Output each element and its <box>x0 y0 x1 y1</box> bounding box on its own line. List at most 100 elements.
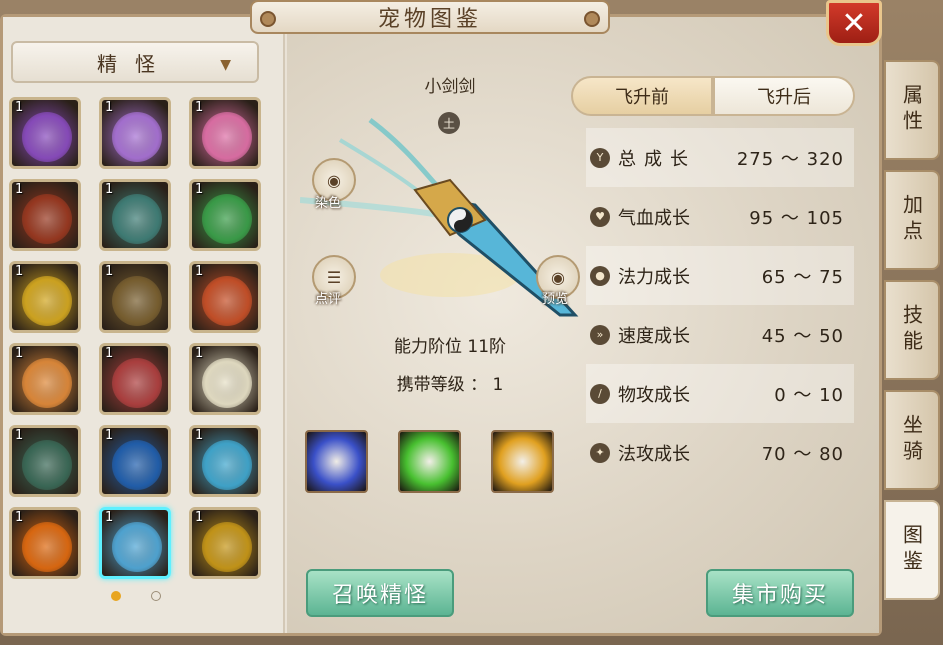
pet-level-badge: 1 <box>195 182 204 197</box>
summon-pet-button[interactable]: 召唤精怪 <box>306 569 454 617</box>
skill-golden-burst-icon[interactable] <box>491 430 554 493</box>
stat-row: Y 总成长 275 ～ 320 <box>586 128 854 187</box>
page-dot-2[interactable] <box>151 591 161 601</box>
pet-portrait <box>112 194 162 244</box>
pet-name: 小剑剑 <box>424 77 476 97</box>
side-tab-4[interactable]: 图鉴 <box>884 500 940 600</box>
stat-label: 法力成长 <box>618 266 690 288</box>
pet-slot-fire-phoenix[interactable]: 1 <box>9 507 81 579</box>
pet-level-badge: 1 <box>105 264 114 279</box>
tab-after-ascension[interactable]: 飞升后 <box>713 76 855 116</box>
side-tab-2[interactable]: 技能 <box>884 280 940 380</box>
eye-icon: ◉ <box>551 267 565 287</box>
pet-portrait <box>22 522 72 572</box>
skill-green-skull-icon[interactable] <box>398 430 461 493</box>
window-title: 宠物图鉴 <box>250 0 610 34</box>
pet-slot-dragon-cyan[interactable]: 1 <box>189 425 261 497</box>
pet-portrait <box>112 440 162 490</box>
pet-portrait <box>202 358 252 408</box>
side-tab-1[interactable]: 加点 <box>884 170 940 270</box>
page-dot-1[interactable] <box>111 591 121 601</box>
close-button[interactable]: ✕ <box>826 0 882 46</box>
stat-row: » 速度成长 45 ～ 50 <box>586 305 854 364</box>
pet-slot-deer-pink[interactable]: 1 <box>189 97 261 169</box>
stat-row: ♥ 气血成长 95 ～ 105 <box>586 187 854 246</box>
comment-icon: ☰ <box>326 267 342 287</box>
stat-icon: / <box>590 383 610 404</box>
pet-slot-dragon-blue[interactable]: 1 <box>99 425 171 497</box>
pet-slot-tiger-green[interactable]: 1 <box>189 179 261 251</box>
category-dropdown-value: 精怪 <box>97 51 173 76</box>
pet-slot-deer-orange[interactable]: 1 <box>9 343 81 415</box>
stat-label: 速度成长 <box>618 325 690 347</box>
pet-slot-sword-pet-teal[interactable]: 1 <box>99 179 171 251</box>
tab-before-ascension[interactable]: 飞升前 <box>571 76 713 116</box>
pet-slot-lion-red[interactable]: 1 <box>99 343 171 415</box>
pet-level-badge: 1 <box>15 428 24 443</box>
stat-value: 45 ～ 50 <box>761 325 844 347</box>
pet-portrait <box>112 276 162 326</box>
stat-value: 70 ～ 80 <box>761 443 844 465</box>
pet-portrait <box>22 358 72 408</box>
page-indicator <box>111 591 161 601</box>
pet-list-column: 精怪 ▼ 1 1 1 1 1 1 1 1 1 1 1 1 1 1 1 1 1 1 <box>3 17 285 633</box>
pet-level-badge: 1 <box>195 428 204 443</box>
pet-portrait <box>202 194 252 244</box>
growth-stats: Y 总成长 275 ～ 320 ♥ 气血成长 95 ～ 105 ● 法力成长 65 ～ 75 » 速… <box>586 128 854 482</box>
pet-level-badge: 1 <box>105 182 114 197</box>
pet-portrait <box>202 112 252 162</box>
pet-slot-gourd-red[interactable]: 1 <box>9 179 81 251</box>
stat-label: 总成长 <box>618 148 696 170</box>
stat-icon: ♥ <box>590 206 610 227</box>
side-tab-3[interactable]: 坐骑 <box>884 390 940 490</box>
eye-icon: ◉ <box>327 170 341 190</box>
stat-icon: ✦ <box>590 442 610 463</box>
pet-slot-cloud-white[interactable]: 1 <box>189 343 261 415</box>
pet-slot-sword-pet-red[interactable]: 1 <box>189 261 261 333</box>
side-tab-bar: 属性 加点 技能 坐骑 图鉴 <box>884 60 940 610</box>
pet-portrait <box>22 112 72 162</box>
pet-slot-beast-gold[interactable]: 1 <box>99 261 171 333</box>
preview-label: 预览 <box>542 292 569 307</box>
pet-level-badge: 1 <box>195 100 204 115</box>
stat-value: 0 ～ 10 <box>774 384 844 406</box>
pet-slot-beast-jade[interactable]: 1 <box>9 425 81 497</box>
pet-portrait <box>22 276 72 326</box>
pet-slot-tiger-purple[interactable]: 1 <box>99 97 171 169</box>
pet-grid: 1 1 1 1 1 1 1 1 1 1 1 1 1 1 1 1 1 1 <box>9 97 269 579</box>
pet-portrait <box>22 194 72 244</box>
ascension-tabs: 飞升前 飞升后 <box>571 76 855 116</box>
pet-slot-lion-gold[interactable]: 1 <box>189 507 261 579</box>
ability-rank: 能力阶位 11阶 <box>393 337 507 357</box>
pet-level-badge: 1 <box>195 264 204 279</box>
dye-label: 染色 <box>315 196 342 211</box>
pet-level-badge: 1 <box>105 428 114 443</box>
pet-portrait <box>112 522 162 572</box>
pet-level-badge: 1 <box>15 100 24 115</box>
skill-lightning-hand-icon[interactable] <box>305 430 368 493</box>
pet-portrait <box>202 522 252 572</box>
pet-level-badge: 1 <box>105 510 114 525</box>
pet-slot-sword-pet-blue[interactable]: 1 <box>99 507 171 579</box>
stat-value: 95 ～ 105 <box>749 207 844 229</box>
category-dropdown[interactable]: 精怪 ▼ <box>11 41 259 83</box>
pet-level-badge: 1 <box>105 346 114 361</box>
stat-label: 物攻成长 <box>618 384 690 406</box>
side-tab-0[interactable]: 属性 <box>884 60 940 160</box>
pet-portrait <box>112 358 162 408</box>
stat-label: 气血成长 <box>618 207 690 229</box>
stat-value: 65 ～ 75 <box>761 266 844 288</box>
pet-portrait <box>202 440 252 490</box>
stat-row: ● 法力成长 65 ～ 75 <box>586 246 854 305</box>
market-buy-button[interactable]: 集市购买 <box>706 569 854 617</box>
pet-slot-sword-pet-purple[interactable]: 1 <box>9 97 81 169</box>
pet-slot-gourd-gold[interactable]: 1 <box>9 261 81 333</box>
stat-label: 法攻成长 <box>618 443 690 465</box>
carry-level: 携带等级 ： 1 <box>396 375 504 395</box>
pet-portrait <box>112 112 162 162</box>
stat-row: ✦ 法攻成长 70 ～ 80 <box>586 423 854 482</box>
skill-list <box>305 430 554 493</box>
stat-value: 275 ～ 320 <box>736 148 844 170</box>
pet-level-badge: 1 <box>15 182 24 197</box>
pet-level-badge: 1 <box>105 100 114 115</box>
